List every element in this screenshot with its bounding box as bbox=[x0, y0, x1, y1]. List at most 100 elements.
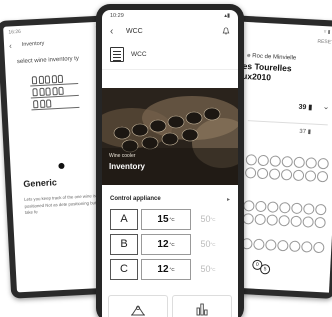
selected-slot[interactable]: 5 bbox=[259, 264, 271, 275]
header-title: Inventory bbox=[21, 40, 45, 48]
option-title: Generic bbox=[23, 177, 58, 189]
bottle-slot[interactable] bbox=[281, 156, 294, 168]
zone-humidity: 50 °C bbox=[194, 259, 222, 280]
zone-temperature[interactable]: 12 °C bbox=[141, 233, 191, 255]
appliance-row[interactable]: WCC bbox=[102, 40, 238, 70]
bottle-slot[interactable] bbox=[255, 200, 267, 213]
page-indicator-dot[interactable] bbox=[58, 162, 65, 170]
bottle-slot[interactable] bbox=[313, 241, 325, 254]
status-time: 10:29 bbox=[110, 13, 124, 19]
bottle-slot[interactable] bbox=[268, 168, 281, 180]
bottle-slot[interactable] bbox=[257, 154, 270, 167]
temperature-value: 12 bbox=[157, 238, 169, 250]
bottle-slot[interactable] bbox=[266, 214, 278, 226]
zone-label: B bbox=[110, 233, 138, 255]
bottle-slot[interactable] bbox=[279, 201, 291, 214]
bottle-slot[interactable] bbox=[265, 239, 277, 251]
hero-title: Inventory bbox=[109, 162, 146, 171]
bottle-row-icon bbox=[31, 74, 64, 85]
temperature-unit: °C bbox=[169, 266, 175, 272]
bottle-slot[interactable] bbox=[280, 168, 293, 181]
bottle-slot[interactable] bbox=[269, 155, 282, 167]
bottle-slot[interactable] bbox=[314, 216, 326, 229]
bottle-icon: ▮ bbox=[308, 104, 313, 112]
bottle-rack-icon bbox=[131, 305, 145, 316]
bottle-slot[interactable] bbox=[278, 214, 290, 227]
humidity-unit: °C bbox=[210, 266, 216, 272]
bottle-slot[interactable] bbox=[243, 200, 255, 212]
wine-name: es Tourelles ux2010 bbox=[241, 61, 292, 84]
inventory-hero-card[interactable]: Wine cooler Inventory bbox=[102, 88, 238, 185]
bottle-slot[interactable] bbox=[290, 215, 302, 228]
slot-row bbox=[244, 167, 329, 183]
zone-humidity: 50 °C bbox=[194, 209, 222, 230]
bottle-slot[interactable] bbox=[304, 170, 317, 182]
bottle-slot[interactable] bbox=[292, 169, 305, 182]
back-arrow-icon[interactable]: ‹ bbox=[110, 26, 118, 37]
zone-temperature[interactable]: 12 °C bbox=[141, 258, 191, 280]
nav-rack-button[interactable] bbox=[108, 295, 168, 317]
status-bar: 10:29 ▴▮ bbox=[102, 10, 238, 22]
bottle-slot[interactable] bbox=[253, 238, 265, 251]
bottle-slot[interactable] bbox=[244, 167, 257, 179]
bottle-slot[interactable] bbox=[267, 201, 279, 213]
showcase-stage: 16:26 ■ ✉ ‹ Inventory select wine invent… bbox=[0, 0, 332, 317]
bottle-slot[interactable] bbox=[315, 203, 327, 216]
wine-producer: e Roc de Minvielle bbox=[247, 53, 297, 62]
wine-rack-illustration[interactable] bbox=[30, 72, 80, 111]
zone-row-a[interactable]: A 15 °C 50 °C bbox=[102, 208, 238, 230]
bottle-icon: ▮ bbox=[307, 129, 312, 136]
humidity-unit: °C bbox=[210, 241, 216, 247]
bottle-slot[interactable] bbox=[303, 203, 315, 215]
bottle-slot[interactable] bbox=[316, 170, 329, 183]
appliance-name: WCC bbox=[131, 51, 147, 58]
bottle-slot[interactable] bbox=[245, 154, 258, 166]
zone-label: A bbox=[110, 208, 138, 230]
bottom-nav bbox=[102, 291, 238, 317]
bottle-row-icon bbox=[32, 86, 64, 97]
zone-label: C bbox=[110, 258, 138, 280]
bottle-slot[interactable] bbox=[256, 167, 269, 180]
nav-stats-button[interactable] bbox=[172, 295, 232, 317]
bottle-row-icon bbox=[32, 99, 52, 109]
bottle-slot[interactable] bbox=[254, 213, 266, 226]
bottle-slot[interactable] bbox=[302, 216, 314, 228]
bottle-count: 39 ▮ bbox=[298, 103, 312, 112]
humidity-value: 50 bbox=[200, 239, 211, 249]
wine-name-line2: ux2010 bbox=[241, 70, 272, 82]
temperature-unit: °C bbox=[169, 216, 175, 222]
chevron-down-icon[interactable]: ⌄ bbox=[322, 102, 329, 111]
humidity-unit: °C bbox=[210, 216, 216, 222]
bottle-slot[interactable] bbox=[317, 157, 329, 170]
divider bbox=[247, 120, 328, 126]
control-section-header[interactable]: Control appliance ▸ bbox=[102, 190, 238, 208]
phone-screen: 10:29 ▴▮ ‹ WCC WCC Wine cooler Inventory… bbox=[102, 10, 238, 317]
bottle-slot[interactable] bbox=[289, 240, 301, 253]
secondary-count: 37 ▮ bbox=[299, 128, 311, 136]
slot-row bbox=[241, 238, 325, 254]
humidity-value: 50 bbox=[200, 264, 211, 274]
bottle-slot[interactable] bbox=[301, 241, 313, 253]
zone-row-c[interactable]: C 12 °C 50 °C bbox=[102, 258, 238, 280]
bar-chart-icon bbox=[196, 303, 208, 316]
temperature-unit: °C bbox=[169, 241, 175, 247]
bottle-slot[interactable] bbox=[293, 156, 306, 169]
temperature-value: 12 bbox=[157, 263, 169, 275]
bottle-slot[interactable] bbox=[242, 213, 254, 225]
zone-row-b[interactable]: B 12 °C 50 °C bbox=[102, 233, 238, 255]
bottle-slot-grid bbox=[241, 238, 326, 255]
temperature-value: 15 bbox=[157, 213, 169, 225]
zone-temperature[interactable]: 15 °C bbox=[141, 208, 191, 230]
header-title: WCC bbox=[126, 27, 143, 35]
bell-icon[interactable] bbox=[222, 27, 230, 35]
bottle-slot[interactable] bbox=[277, 239, 289, 252]
chevron-right-icon: ▸ bbox=[226, 196, 230, 203]
back-arrow-icon[interactable]: ‹ bbox=[9, 41, 12, 50]
control-title: Control appliance bbox=[110, 196, 161, 202]
hero-subtitle: Wine cooler bbox=[109, 153, 136, 159]
center-phone: 10:29 ▴▮ ‹ WCC WCC Wine cooler Inventory… bbox=[96, 4, 244, 317]
status-icons: ▴▮ bbox=[224, 13, 230, 19]
bottle-slot[interactable] bbox=[291, 202, 303, 215]
bottle-slot[interactable] bbox=[305, 157, 318, 169]
secondary-count-value: 37 bbox=[299, 128, 307, 136]
